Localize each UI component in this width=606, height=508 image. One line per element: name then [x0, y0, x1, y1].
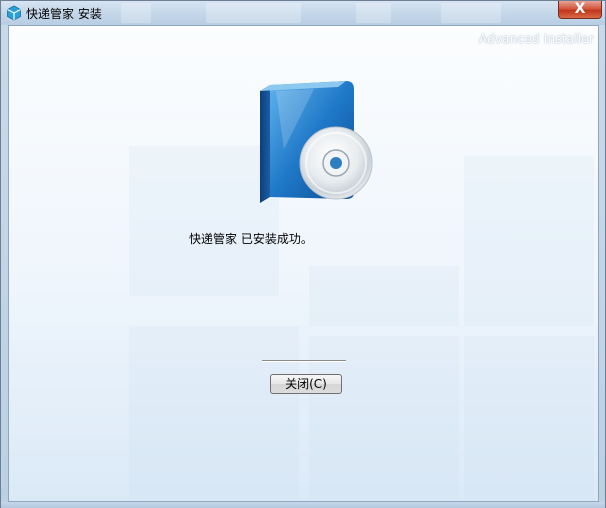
installer-content-panel: Advanced Installer 快递管家 已安装成功。 关闭(C): [8, 25, 599, 502]
window-frame-bottom: [1, 502, 605, 508]
installer-window: 快递管家 安装 X Advanced Installer 快递管家 已安装成功。…: [0, 0, 606, 508]
title-bar[interactable]: 快递管家 安装 X: [1, 1, 605, 25]
window-title: 快递管家 安装: [26, 7, 102, 21]
close-installer-button[interactable]: 关闭(C): [270, 374, 342, 394]
background-tile: [309, 266, 459, 326]
background-window-ghost: [441, 3, 501, 23]
install-success-message: 快递管家 已安装成功。: [189, 232, 313, 246]
background-tile: [464, 336, 594, 501]
close-icon: X: [574, 1, 586, 17]
background-window-ghost: [121, 3, 151, 23]
background-window-ghost: [206, 3, 301, 23]
installer-brand-label: Advanced Installer: [478, 32, 594, 46]
package-installer-icon: [7, 5, 21, 21]
background-window-ghost: [356, 3, 391, 23]
background-tile: [464, 156, 594, 326]
separator-line: [262, 360, 346, 362]
close-button[interactable]: X: [558, 1, 602, 19]
background-tile: [129, 326, 299, 501]
software-box-cd-icon: [260, 81, 373, 203]
